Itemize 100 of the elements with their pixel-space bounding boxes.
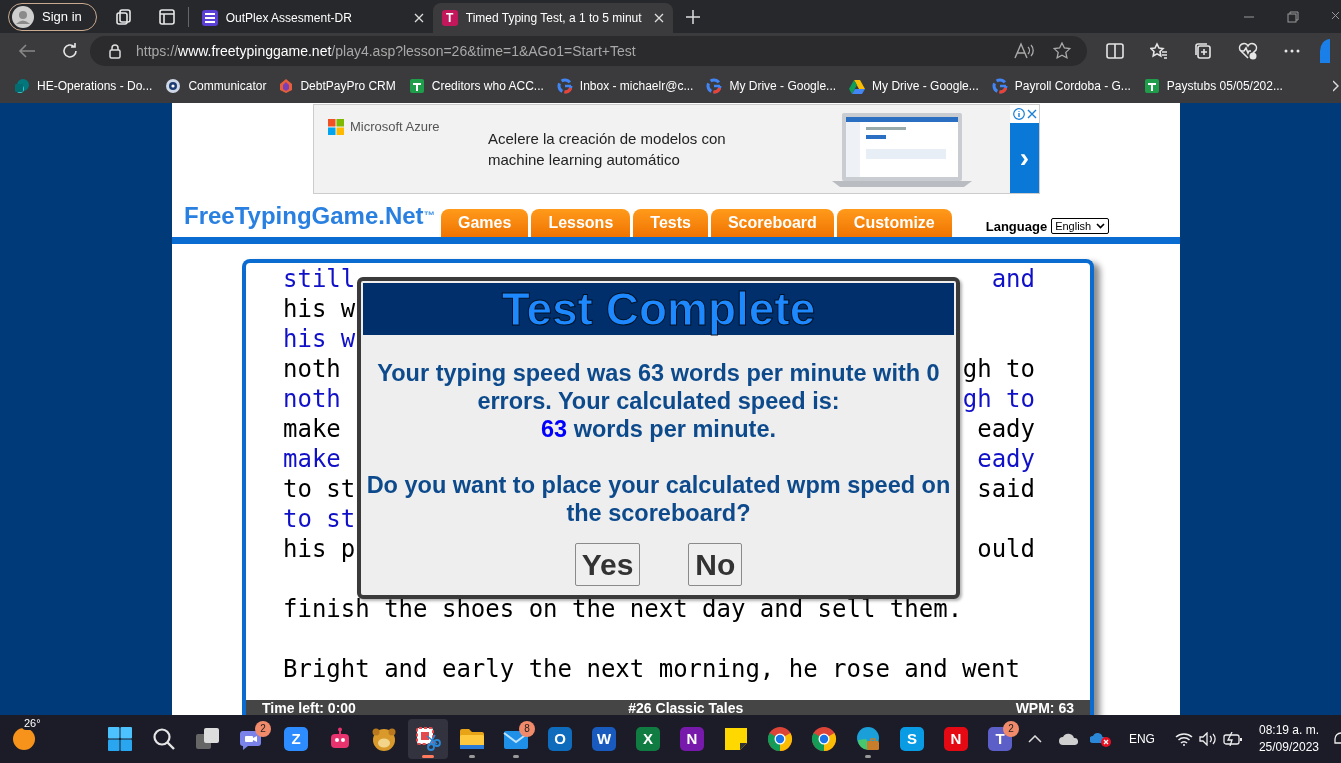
address-bar[interactable]: https://www.freetypinggame.net/play4.asp?lesson=26&time=1&AGo1=Start+Test xyxy=(90,36,1087,66)
advertisement-banner[interactable]: Microsoft Azure Acelere la creación de modelos con machine learning automático › xyxy=(313,104,1040,194)
chrome-icon xyxy=(767,726,793,752)
spreadsheet-icon xyxy=(408,78,425,94)
bear-icon xyxy=(371,726,397,752)
plus-glyph xyxy=(684,8,701,25)
info-icon xyxy=(1012,108,1025,120)
clock-time: 08:19 a. m. xyxy=(1258,722,1319,739)
bookmark-link[interactable]: Creditors who ACC... xyxy=(408,77,544,95)
four-squares-logo-icon xyxy=(328,119,344,135)
app-icon: O xyxy=(548,727,572,751)
cloud-error-icon xyxy=(1089,731,1112,747)
notification-badge: 2 xyxy=(255,721,271,737)
app-icon: N xyxy=(944,727,968,751)
restore-glyph xyxy=(1287,10,1299,23)
typing-text: eady xyxy=(977,444,1035,474)
app-icon: N xyxy=(680,727,704,751)
taskbar-app-button[interactable]: N xyxy=(936,719,976,759)
ad-close-icon xyxy=(1026,109,1037,119)
taskbar-app-button[interactable]: 8 xyxy=(496,719,536,759)
collections-icon xyxy=(1194,42,1212,60)
spreadsheet-icon xyxy=(1143,78,1160,94)
back-arrow-icon xyxy=(18,43,36,59)
bookmark-link[interactable]: Communicator xyxy=(165,77,267,95)
tab-actions-icon[interactable] xyxy=(157,7,176,26)
bookmark-link[interactable]: DebtPayPro CRM xyxy=(279,77,396,95)
site-logo[interactable]: FreeTypingGame.Net$^{™}$ xyxy=(184,198,441,237)
read-aloud-icon xyxy=(1014,42,1034,60)
clock-date: 25/09/2023 xyxy=(1258,739,1319,756)
ad-brand: Microsoft Azure xyxy=(350,119,440,135)
avatar-icon xyxy=(12,5,34,28)
chevron-up-icon xyxy=(1027,735,1042,743)
split-screen-icon xyxy=(1106,42,1124,60)
bookmark-link[interactable]: Inbox - michaelr@c... xyxy=(556,77,694,95)
bookmarks-overflow-icon xyxy=(1333,80,1339,92)
lock-icon xyxy=(108,43,122,59)
language-select[interactable]: English xyxy=(1051,218,1110,235)
typing-text: make xyxy=(283,444,341,474)
close-icon xyxy=(653,13,664,23)
confirm-button[interactable]: Yes xyxy=(574,543,641,586)
ad-headline: Acelere la creación de modelos con machine learning automático xyxy=(488,129,727,170)
scoreboard-question: Do you want to place your calculated wpm speed on the scoreboard? xyxy=(365,471,952,527)
google-icon xyxy=(991,78,1008,94)
browser-tab[interactable]: OutPlex Assesment-DR xyxy=(192,3,433,33)
browser-essentials-icon xyxy=(1238,42,1258,60)
lesson-title: #26 Classic Tales xyxy=(628,700,744,715)
decline-button[interactable]: No xyxy=(688,543,743,586)
language-label: Language xyxy=(985,217,1048,236)
bookmark-link[interactable]: Paystubs 05/05/202... xyxy=(1143,77,1283,95)
robot-icon xyxy=(328,727,352,751)
bookmark-link[interactable]: HE-Operations - Do... xyxy=(14,77,153,95)
weather-temperature: 26° xyxy=(22,717,43,730)
drive-icon xyxy=(849,78,866,94)
taskbar-app-button[interactable]: N xyxy=(672,719,712,759)
typing-text: to st xyxy=(283,504,356,534)
notification-badge: 8 xyxy=(519,721,535,737)
close-icon xyxy=(413,13,424,23)
list-icon xyxy=(201,10,218,26)
restore-icon[interactable] xyxy=(1287,10,1299,23)
new-tab-icon[interactable] xyxy=(684,8,701,25)
typing-text: to st xyxy=(283,474,356,504)
dialog-title: Test Complete xyxy=(363,283,954,335)
typing-text: noth xyxy=(283,354,341,384)
typing-text: still xyxy=(283,264,356,294)
bookmark-link[interactable]: My Drive - Google... xyxy=(706,77,837,95)
taskbar-app-button[interactable]: X xyxy=(628,719,668,759)
sticky-note-icon xyxy=(724,727,748,751)
search-icon xyxy=(152,727,176,751)
taskbar-app-button[interactable]: T 2 xyxy=(980,719,1020,759)
time-left-text: Time left: 0:00 xyxy=(262,700,356,715)
refresh-icon xyxy=(61,42,79,60)
typing-text: and xyxy=(991,264,1035,294)
workspaces-icon[interactable] xyxy=(114,7,133,26)
tab-actions-glyph xyxy=(157,7,176,26)
task-view-icon xyxy=(196,728,220,750)
app-icon: Z xyxy=(284,727,308,751)
ad-next-button[interactable]: › xyxy=(1010,123,1039,193)
browser-tab[interactable]: T Timed Typing Test, a 1 to 5 minut xyxy=(432,3,673,33)
edge-icon xyxy=(855,726,881,752)
chrome-icon xyxy=(811,726,837,752)
typing-text: ould xyxy=(977,534,1035,564)
taskbar-app-button[interactable]: O xyxy=(540,719,580,759)
tab-title: Timed Typing Test, a 1 to 5 minut xyxy=(465,10,643,27)
wpm-text: WPM: 63 xyxy=(1015,700,1074,715)
google-icon xyxy=(556,78,573,94)
taskbar-app-button[interactable]: 2 xyxy=(232,719,272,759)
bookmark-link[interactable]: My Drive - Google... xyxy=(849,77,979,95)
eye-icon xyxy=(165,78,182,94)
bookmark-link[interactable]: Payroll Cordoba - G... xyxy=(991,77,1131,95)
taskbar-app-button[interactable] xyxy=(408,719,448,759)
input-language[interactable]: ENG xyxy=(1128,730,1155,748)
app-icon: S xyxy=(900,727,924,751)
taskbar-app-button[interactable]: W xyxy=(584,719,624,759)
typing-text: his w xyxy=(283,294,356,324)
dropdown-caret-icon xyxy=(1096,223,1106,230)
weather-sun-icon xyxy=(12,727,36,751)
wifi-icon xyxy=(1174,732,1193,746)
tab-favicon: T xyxy=(441,10,458,26)
typing-text: finish the shoes on the next day and sell them. xyxy=(283,594,963,624)
google-icon xyxy=(706,78,723,94)
